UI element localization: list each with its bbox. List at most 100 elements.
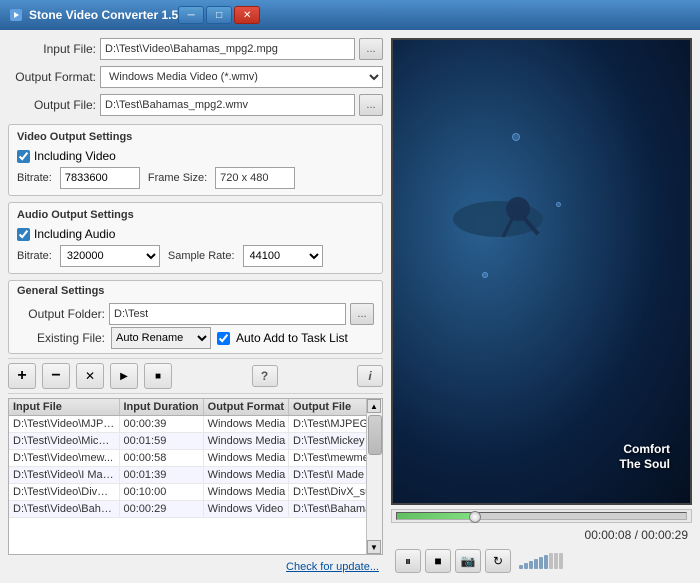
- table-scrollbar[interactable]: ▲ ▼: [366, 399, 382, 554]
- rotate-button[interactable]: ↻: [485, 549, 511, 573]
- scroll-up-arrow[interactable]: ▲: [367, 399, 381, 413]
- minimize-button[interactable]: ─: [178, 6, 204, 24]
- stop-playback-button[interactable]: ■: [425, 549, 451, 573]
- time-total: 00:00:29: [641, 528, 688, 542]
- scroll-thumb[interactable]: [368, 415, 382, 455]
- existing-file-row: Existing File: Auto Rename Auto Add to T…: [17, 327, 374, 349]
- time-separator: /: [631, 528, 641, 542]
- video-settings-section: Video Output Settings Including Video Bi…: [8, 124, 383, 196]
- seek-handle[interactable]: [469, 511, 481, 523]
- camera-icon: 📷: [461, 554, 476, 568]
- input-browse-button[interactable]: ...: [359, 38, 383, 60]
- pause-button[interactable]: ⏸: [395, 549, 421, 573]
- folder-browse-button[interactable]: ...: [350, 303, 374, 325]
- start-button[interactable]: ▶: [110, 363, 138, 389]
- including-video-checkbox[interactable]: [17, 150, 30, 163]
- toolbar: + − ✕ ▶ ■ ? i: [8, 358, 383, 394]
- table-row[interactable]: D:\Test\Video\Micke... 00:01:59 Windows …: [9, 433, 383, 450]
- play-icon: ▶: [120, 371, 128, 382]
- scroll-down-arrow[interactable]: ▼: [367, 540, 381, 554]
- video-bitrate-input[interactable]: [60, 167, 140, 189]
- info-icon: i: [368, 369, 371, 383]
- cell-input-file: D:\Test\Video\mew...: [9, 450, 119, 467]
- task-table-container: Input File Input Duration Output Format …: [8, 398, 383, 555]
- output-file-field[interactable]: [100, 94, 355, 116]
- auto-add-checkbox[interactable]: [217, 332, 230, 345]
- audio-bitrate-select[interactable]: 320000: [60, 245, 160, 267]
- app-icon: [8, 7, 24, 23]
- frame-size-input[interactable]: [215, 167, 295, 189]
- general-settings-section: General Settings Output Folder: ... Exis…: [8, 280, 383, 354]
- info-button[interactable]: i: [357, 365, 383, 387]
- clear-button[interactable]: ✕: [76, 363, 104, 389]
- cell-input-file: D:\Test\Video\Baha...: [9, 501, 119, 518]
- output-folder-input[interactable]: [109, 303, 346, 325]
- vol-seg-3: [529, 561, 533, 569]
- table-row[interactable]: D:\Test\Video\MJPE... 00:00:39 Windows M…: [9, 416, 383, 433]
- table-row[interactable]: D:\Test\Video\Baha... 00:00:29 Windows V…: [9, 501, 383, 518]
- seek-fill: [397, 513, 475, 519]
- seek-bar[interactable]: [396, 512, 687, 520]
- including-video-label: Including Video: [34, 149, 116, 163]
- title-bar: Stone Video Converter 1.5 ─ □ ✕: [0, 0, 700, 30]
- stop-button[interactable]: ■: [144, 363, 172, 389]
- frame-size-label: Frame Size:: [148, 172, 207, 184]
- including-audio-checkbox[interactable]: [17, 228, 30, 241]
- cell-input-file: D:\Test\Video\MJPE...: [9, 416, 119, 433]
- underwater-background: [393, 40, 690, 503]
- clear-icon: ✕: [85, 369, 95, 383]
- output-browse-button[interactable]: ...: [359, 94, 383, 116]
- task-table: Input File Input Duration Output Format …: [9, 399, 383, 518]
- general-settings-title: General Settings: [17, 285, 374, 297]
- vol-seg-4: [534, 559, 538, 569]
- input-file-label: Input File:: [8, 42, 96, 56]
- sample-rate-select[interactable]: 44100: [243, 245, 323, 267]
- video-bitrate-row: Bitrate: Frame Size:: [17, 167, 374, 189]
- add-button[interactable]: +: [8, 363, 36, 389]
- cell-output-format: Windows Media Video: [203, 450, 288, 467]
- existing-file-label: Existing File:: [17, 331, 105, 345]
- vol-seg-1: [519, 565, 523, 569]
- output-folder-row: Output Folder: ...: [17, 303, 374, 325]
- window-title: Stone Video Converter 1.5: [29, 8, 178, 22]
- bubble-3: [482, 272, 488, 278]
- check-update-link[interactable]: Check for update...: [8, 559, 383, 575]
- overlay-line1: Comfort: [619, 442, 670, 458]
- output-format-select[interactable]: Windows Media Video (*.wmv): [100, 66, 383, 88]
- vol-seg-5: [539, 557, 543, 569]
- close-button[interactable]: ✕: [234, 6, 260, 24]
- seek-container[interactable]: [391, 509, 692, 523]
- remove-button[interactable]: −: [42, 363, 70, 389]
- rotate-icon: ↻: [493, 554, 503, 568]
- audio-settings-title: Audio Output Settings: [17, 209, 374, 221]
- help-button[interactable]: ?: [252, 365, 278, 387]
- table-row[interactable]: D:\Test\Video\I Mad... 00:01:39 Windows …: [9, 467, 383, 484]
- cell-output-format: Windows Video: [203, 501, 288, 518]
- window-controls: ─ □ ✕: [178, 6, 260, 24]
- stop-icon: ■: [155, 371, 161, 382]
- cell-input-file: D:\Test\Video\DivX_s...: [9, 484, 119, 501]
- existing-file-select[interactable]: Auto Rename: [111, 327, 211, 349]
- table-row[interactable]: D:\Test\Video\DivX_s... 00:10:00 Windows…: [9, 484, 383, 501]
- overlay-line2: The Soul: [619, 457, 670, 473]
- add-icon: +: [17, 367, 26, 385]
- input-file-field[interactable]: [100, 38, 355, 60]
- minus-icon: −: [51, 367, 60, 385]
- table-row[interactable]: D:\Test\Video\mew... 00:00:58 Windows Me…: [9, 450, 383, 467]
- cell-duration: 00:00:39: [119, 416, 203, 433]
- video-bitrate-label: Bitrate:: [17, 172, 52, 184]
- video-preview: Comfort The Soul: [391, 38, 692, 505]
- including-video-row: Including Video: [17, 149, 374, 163]
- volume-bar[interactable]: [519, 553, 563, 569]
- vol-seg-8: [554, 553, 558, 569]
- col-duration: Input Duration: [119, 399, 203, 416]
- cell-input-file: D:\Test\Video\Micke...: [9, 433, 119, 450]
- pause-icon: ⏸: [405, 554, 411, 569]
- col-output-format: Output Format: [203, 399, 288, 416]
- cell-duration: 00:10:00: [119, 484, 203, 501]
- snapshot-button[interactable]: 📷: [455, 549, 481, 573]
- maximize-button[interactable]: □: [206, 6, 232, 24]
- cell-output-format: Windows Media Video: [203, 416, 288, 433]
- auto-add-label: Auto Add to Task List: [236, 331, 348, 345]
- video-scene: Comfort The Soul: [393, 40, 690, 503]
